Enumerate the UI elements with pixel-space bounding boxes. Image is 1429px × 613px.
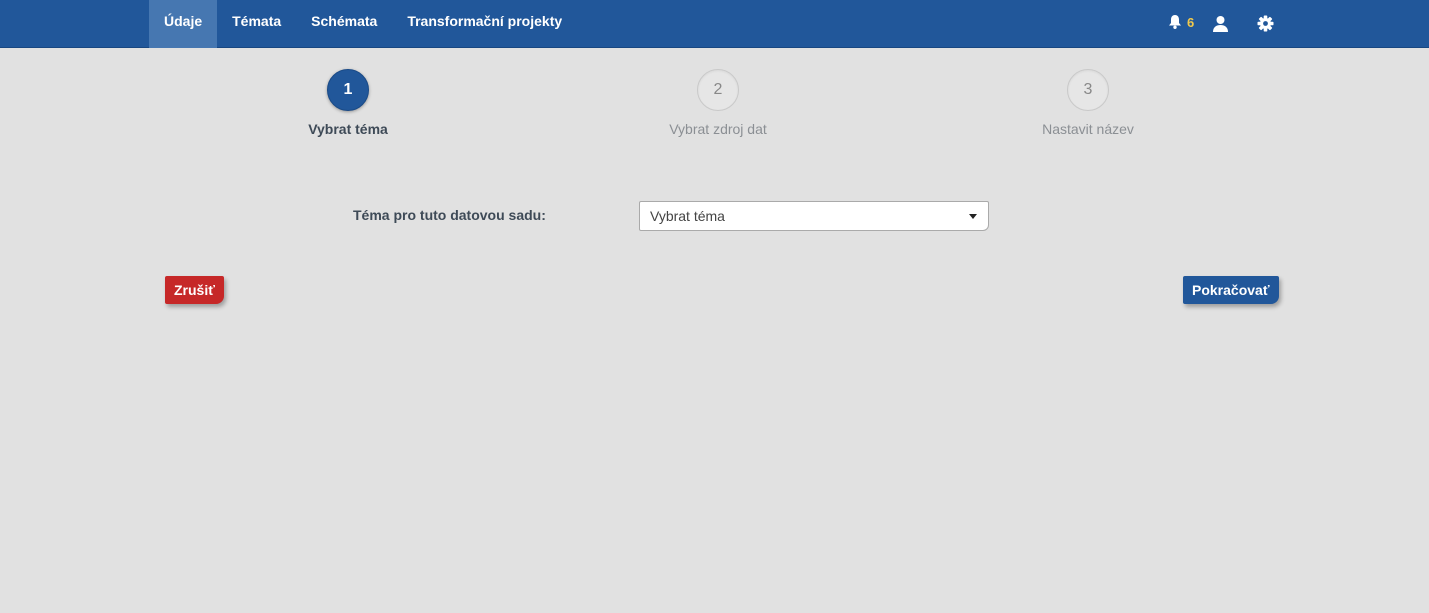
caret-down-icon (969, 214, 977, 219)
nav-item-schemata[interactable]: Schémata (296, 0, 392, 48)
wizard-step-2: 2 Vybrat zdroj dat (598, 69, 838, 137)
step-label-1: Vybrat téma (308, 121, 388, 137)
theme-select-value: Vybrat téma (650, 208, 725, 224)
nav-item-temata[interactable]: Témata (217, 0, 296, 48)
step-label-3: Nastavit název (1042, 121, 1134, 137)
gear-icon[interactable] (1257, 15, 1274, 37)
step-number-2: 2 (697, 69, 739, 111)
step-number-3: 3 (1067, 69, 1109, 111)
notification-count[interactable]: 6 (1187, 15, 1194, 30)
top-navbar: Údaje Témata Schémata Transformační proj… (0, 0, 1429, 48)
nav-item-udaje[interactable]: Údaje (149, 0, 218, 48)
wizard-step-3: 3 Nastavit název (968, 69, 1208, 137)
main-nav: Údaje Témata Schémata Transformační proj… (149, 0, 577, 48)
continue-button[interactable]: Pokračovať (1183, 276, 1279, 304)
cancel-button[interactable]: Zrušiť (165, 276, 224, 304)
step-number-1: 1 (327, 69, 369, 111)
nav-item-transformacni-projekty[interactable]: Transformační projekty (392, 0, 577, 48)
wizard-step-1: 1 Vybrat téma (228, 69, 468, 137)
theme-select[interactable]: Vybrat téma (639, 201, 989, 231)
user-icon[interactable] (1212, 15, 1229, 37)
step-label-2: Vybrat zdroj dat (669, 121, 767, 137)
theme-field-label: Téma pro tuto datovou sadu: (353, 207, 546, 223)
bell-icon[interactable] (1168, 14, 1182, 35)
